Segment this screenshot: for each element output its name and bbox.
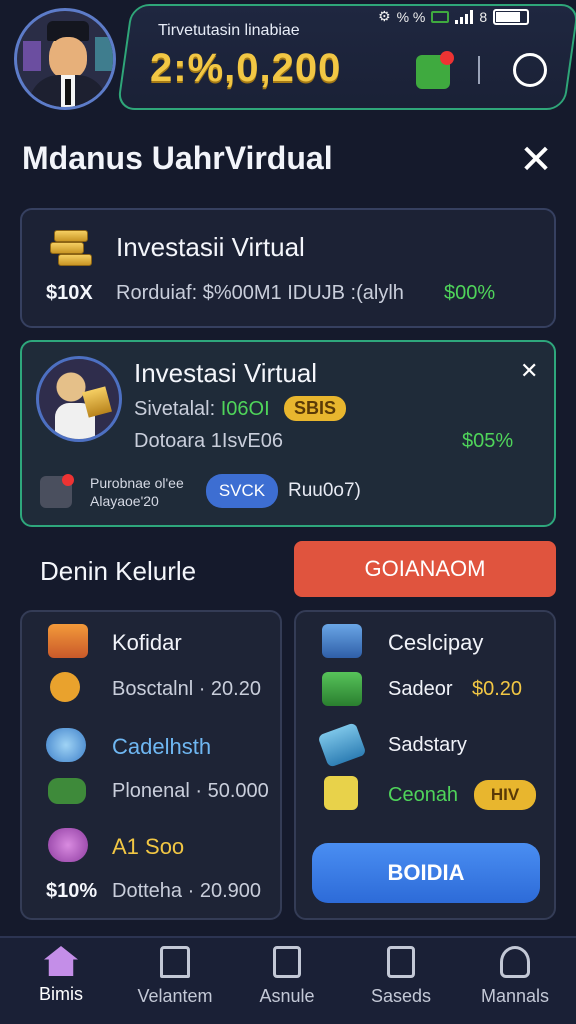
card2-action-button[interactable]: SVCK (206, 474, 278, 508)
nav-item-user[interactable]: Mannals (460, 946, 570, 1007)
card1-title: Investasii Virtual (116, 232, 305, 262)
card2-mini-text: Purobnae ol'ee Alayaoe'20 (90, 475, 184, 509)
receipt-icon (387, 946, 415, 978)
nav-item-home[interactable]: Bimis (6, 946, 116, 1005)
profile-avatar[interactable] (14, 8, 116, 110)
battery-icon (493, 8, 530, 25)
investor-avatar (36, 356, 122, 442)
card2-close-button[interactable]: ✕ (520, 358, 538, 384)
left-item-0-sub: Bosctalnl · 20.20 (112, 678, 261, 700)
grapes-icon (48, 828, 88, 862)
right-item-3-label[interactable]: Ceonah (388, 784, 458, 807)
left-item-0-label[interactable]: Kofidar (112, 630, 182, 656)
signal-icon (455, 9, 474, 24)
settings-gear-icon: ⚙ (378, 8, 391, 24)
right-item-1-value: $0.20 (472, 678, 523, 700)
investment-card-summary[interactable] (20, 208, 556, 328)
calculator-icon (322, 624, 362, 658)
wifi-icon (431, 10, 450, 23)
leaf-cluster-icon (48, 778, 86, 804)
primary-red-button[interactable]: GOIANAOM (294, 541, 556, 597)
trophy-icon (50, 672, 80, 702)
card2-title: Investasi Virtual (134, 358, 318, 388)
left-item-2-label[interactable]: A1 Soo (112, 834, 184, 860)
right-item-3-badge[interactable]: HIV (474, 780, 536, 810)
page-title: Mdanus UahrVirdual (22, 140, 333, 176)
card1-right-value: $00% (444, 282, 496, 304)
left-item-2-prefix: $10% (46, 880, 98, 902)
clipboard-icon (273, 946, 301, 978)
home-icon (44, 946, 78, 976)
document-icon (324, 776, 358, 810)
close-button[interactable]: ✕ (516, 140, 556, 180)
nav-item-receipt[interactable]: Saseds (346, 946, 456, 1007)
status-extra: 8 (479, 8, 488, 25)
alert-icon[interactable] (40, 474, 74, 508)
card2-percent: $05% (462, 430, 514, 452)
card1-middle-text: Rorduiaf: $%00M1 IDUJB :(alylh (116, 282, 404, 304)
nav-item-bank[interactable]: Velantem (120, 946, 230, 1007)
right-item-1-label[interactable]: Sadeor (388, 678, 453, 701)
section-title: Denin Kelurle (40, 556, 197, 586)
chat-icon[interactable] (513, 53, 547, 87)
header-divider (478, 56, 480, 84)
nav-item-clipboard[interactable]: Asnule (232, 946, 342, 1007)
primary-blue-button[interactable]: BOIDIA (312, 843, 540, 903)
notification-button[interactable] (416, 51, 454, 89)
right-item-0-label[interactable]: Ceslcipay (388, 630, 483, 656)
balance-label: Tirvetutasin linabiae (158, 22, 300, 39)
card2-row1: Sivetalal: I06OI (134, 398, 270, 421)
status-text: % % (396, 8, 426, 25)
card2-row1-value: I06OI (220, 398, 270, 420)
right-item-2-label[interactable]: Sadstary (388, 734, 467, 757)
status-bar: ⚙ % % 8 (378, 8, 530, 25)
card2-badge: SBIS (284, 396, 347, 421)
card2-side-text: Ruu0o7) (288, 480, 361, 501)
gold-coins-icon (50, 228, 94, 268)
bank-icon (160, 946, 190, 978)
card2-row2: Dotoara 1IsvE06 (134, 430, 283, 452)
card1-left-value: $10X (46, 282, 93, 304)
book-stack-icon (48, 624, 88, 658)
balance-value: 2:%,0,200 (150, 46, 342, 90)
user-icon (500, 946, 530, 978)
notification-badge-icon (440, 51, 454, 65)
left-item-1-label[interactable]: Cadelhsth (112, 734, 211, 760)
cloud-icon (46, 728, 86, 762)
left-item-1-sub: Plonenal · 50.000 (112, 780, 269, 802)
left-item-2-sub: Dotteha · 20.900 (112, 880, 261, 902)
card2-row1-label: Sivetalal: (134, 398, 216, 420)
leaf-icon (322, 672, 362, 706)
